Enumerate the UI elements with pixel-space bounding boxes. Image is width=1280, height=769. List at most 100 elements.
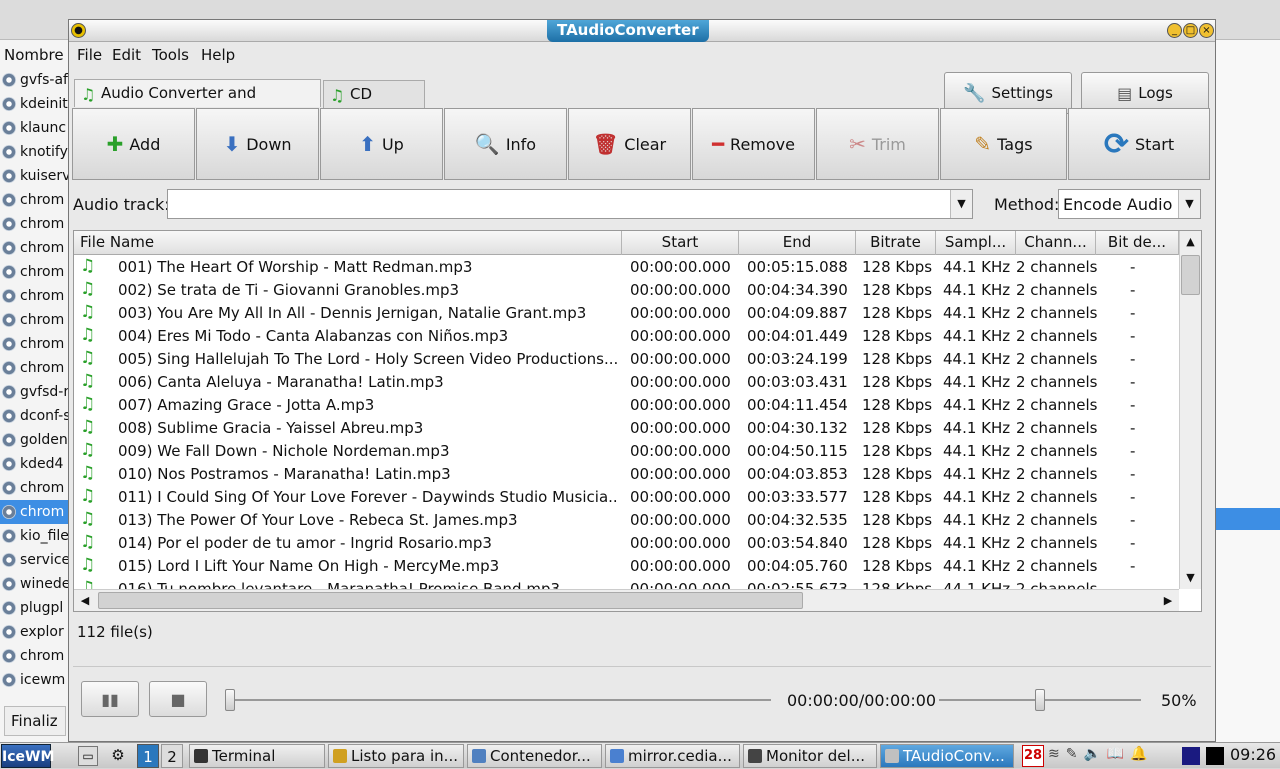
process-list-item[interactable]: icewm	[0, 668, 68, 692]
process-list-item[interactable]: explor	[0, 620, 68, 644]
table-row[interactable]: ♫ 009) We Fall Down - Nichole Nordeman.mp…	[74, 440, 1179, 463]
chevron-down-icon[interactable]: ▼	[950, 190, 972, 218]
chevron-down-icon[interactable]: ▼	[1178, 190, 1200, 218]
menu-help[interactable]: Help	[201, 46, 235, 64]
table-row[interactable]: ♫ 013) The Power Of Your Love - Rebeca St…	[74, 509, 1179, 532]
process-list-item[interactable]: chrom	[0, 212, 68, 236]
process-list-item[interactable]: chrom	[0, 356, 68, 380]
up-button[interactable]: ⬆ Up	[320, 108, 443, 180]
audio-track-combo[interactable]: ▼	[167, 189, 973, 219]
process-list-item[interactable]: chrom	[0, 236, 68, 260]
process-list-item[interactable]: service	[0, 548, 68, 572]
column-header[interactable]: Chann...	[1016, 231, 1096, 255]
taskbar-item[interactable]: mirror.cedia...	[605, 744, 740, 768]
process-list-item[interactable]: golden	[0, 428, 68, 452]
process-list-item[interactable]: plugpl	[0, 596, 68, 620]
info-button[interactable]: 🔍 Info	[444, 108, 567, 180]
minimize-icon[interactable]: _	[1167, 23, 1182, 38]
table-row[interactable]: ♫ 002) Se trata de Ti - Giovanni Granoble…	[74, 279, 1179, 302]
method-select[interactable]: Encode Audio ▼	[1058, 189, 1201, 219]
process-list-item[interactable]: chrom	[0, 476, 68, 500]
process-list-item[interactable]: kded4	[0, 452, 68, 476]
tab-audio-converter[interactable]: ♫ Audio Converter and Extractor	[74, 79, 321, 128]
menu-edit[interactable]: Edit	[112, 46, 141, 64]
table-row[interactable]: ♫ 011) I Could Sing Of Your Love Forever …	[74, 486, 1179, 509]
column-header-nombre[interactable]: Nombre	[4, 46, 64, 64]
process-list-item[interactable]: kdeinit	[0, 92, 68, 116]
clear-button[interactable]: 🗑 Clear	[568, 108, 691, 180]
column-header[interactable]: File Name	[74, 231, 622, 255]
process-list-item[interactable]: kio_file	[0, 524, 68, 548]
scroll-left-icon[interactable]: ◀	[74, 590, 96, 611]
seek-slider-handle[interactable]	[225, 689, 235, 711]
menu-tools[interactable]: Tools	[152, 46, 189, 64]
taskbar-item[interactable]: Monitor del...	[743, 744, 877, 768]
stop-button[interactable]: ■	[149, 681, 207, 717]
process-list-item[interactable]: chrom	[0, 332, 68, 356]
process-list-item[interactable]: gvfs-af	[0, 68, 68, 92]
pause-button[interactable]: ▮▮	[81, 681, 139, 717]
system-tray-icons[interactable]: ≋✎🔈📖🔔	[1048, 746, 1178, 766]
table-row[interactable]: ♫ 005) Sing Hallelujah To The Lord - Holy…	[74, 348, 1179, 371]
close-icon[interactable]: ×	[1199, 23, 1214, 38]
remove-button[interactable]: ━ Remove	[692, 108, 815, 180]
taskbar-item[interactable]: Listo para in...	[328, 744, 464, 768]
table-row[interactable]: ♫ 007) Amazing Grace - Jotta A.mp3 00:00:0…	[74, 394, 1179, 417]
taskbar-item[interactable]: TAudioConv...	[880, 744, 1014, 768]
process-list-item[interactable]: chrom	[0, 500, 68, 524]
process-list-item[interactable]: chrom	[0, 260, 68, 284]
down-button[interactable]: ⬇ Down	[196, 108, 319, 180]
tags-button[interactable]: ✎ Tags	[940, 108, 1067, 180]
process-list-item[interactable]: chrom	[0, 308, 68, 332]
column-header[interactable]: Start	[622, 231, 739, 255]
horizontal-scroll-thumb[interactable]	[98, 592, 803, 609]
seek-slider-track[interactable]	[231, 699, 771, 701]
table-row[interactable]: ♫ 008) Sublime Gracia - Yaissel Abreu.mp3…	[74, 417, 1179, 440]
process-list-item[interactable]: gvfsd-r	[0, 380, 68, 404]
table-row[interactable]: ♫ 014) Por el poder de tu amor - Ingrid R…	[74, 532, 1179, 555]
window-menu-icon[interactable]: ●	[71, 23, 86, 38]
tab-cd-ripper[interactable]: ♫ CD Ripper	[323, 80, 425, 129]
show-desktop-icon[interactable]: ▭	[78, 746, 98, 766]
column-header[interactable]: End	[739, 231, 856, 255]
taskbar-item[interactable]: Terminal	[189, 744, 325, 768]
taskbar-item[interactable]: Contenedor...	[467, 744, 602, 768]
trim-button[interactable]: ✂ Trim	[816, 108, 939, 180]
menu-file[interactable]: File	[77, 46, 102, 64]
start-button[interactable]: IceWM	[1, 744, 54, 768]
process-list-item[interactable]: chrom	[0, 644, 68, 668]
table-row[interactable]: ♫ 015) Lord I Lift Your Name On High - Me…	[74, 555, 1179, 578]
column-header[interactable]: Bit de...	[1096, 231, 1179, 255]
process-list-item[interactable]: kuiserv	[0, 164, 68, 188]
process-list-item[interactable]: chrom	[0, 284, 68, 308]
settings-tray-icon[interactable]: ⚙	[106, 746, 130, 766]
workspace-1[interactable]: 1	[137, 744, 159, 768]
column-header[interactable]: Bitrate	[856, 231, 936, 255]
process-list-item[interactable]: dconf-s	[0, 404, 68, 428]
add-button[interactable]: ✚ Add	[72, 108, 195, 180]
finalizar-button[interactable]: Finaliz	[4, 706, 66, 736]
table-row[interactable]: ♫ 010) Nos Postramos - Maranatha! Latin.m…	[74, 463, 1179, 486]
vertical-scrollbar[interactable]: ▲ ▼	[1179, 231, 1201, 589]
horizontal-scrollbar[interactable]: ◀ ▶	[74, 589, 1179, 611]
scroll-right-icon[interactable]: ▶	[1157, 590, 1179, 611]
process-list-item[interactable]: winede	[0, 572, 68, 596]
column-header[interactable]: Sampl...	[936, 231, 1016, 255]
workspace-2[interactable]: 2	[161, 744, 183, 768]
table-row[interactable]: ♫ 004) Eres Mi Todo - Canta Alabanzas con…	[74, 325, 1179, 348]
scroll-up-icon[interactable]: ▲	[1180, 231, 1201, 253]
volume-slider-handle[interactable]	[1035, 689, 1045, 711]
start-button[interactable]: ⟳ Start	[1068, 108, 1210, 180]
table-row[interactable]: ♫ 006) Canta Aleluya - Maranatha! Latin.m…	[74, 371, 1179, 394]
scroll-down-icon[interactable]: ▼	[1180, 567, 1201, 589]
vertical-scroll-thumb[interactable]	[1181, 255, 1200, 295]
maximize-icon[interactable]: □	[1183, 23, 1198, 38]
process-list-item[interactable]: knotify	[0, 140, 68, 164]
table-row[interactable]: ♫ 003) You Are My All In All - Dennis Jer…	[74, 302, 1179, 325]
calendar-icon[interactable]: 28	[1022, 745, 1044, 767]
table-cell: 009) We Fall Down - Nichole Nordeman.mp3	[118, 442, 450, 460]
table-row[interactable]: ♫ 001) The Heart Of Worship - Matt Redman…	[74, 256, 1179, 279]
table-cell: 44.1 KHz	[943, 304, 1011, 322]
process-list-item[interactable]: chrom	[0, 188, 68, 212]
process-list-item[interactable]: klaunc	[0, 116, 68, 140]
